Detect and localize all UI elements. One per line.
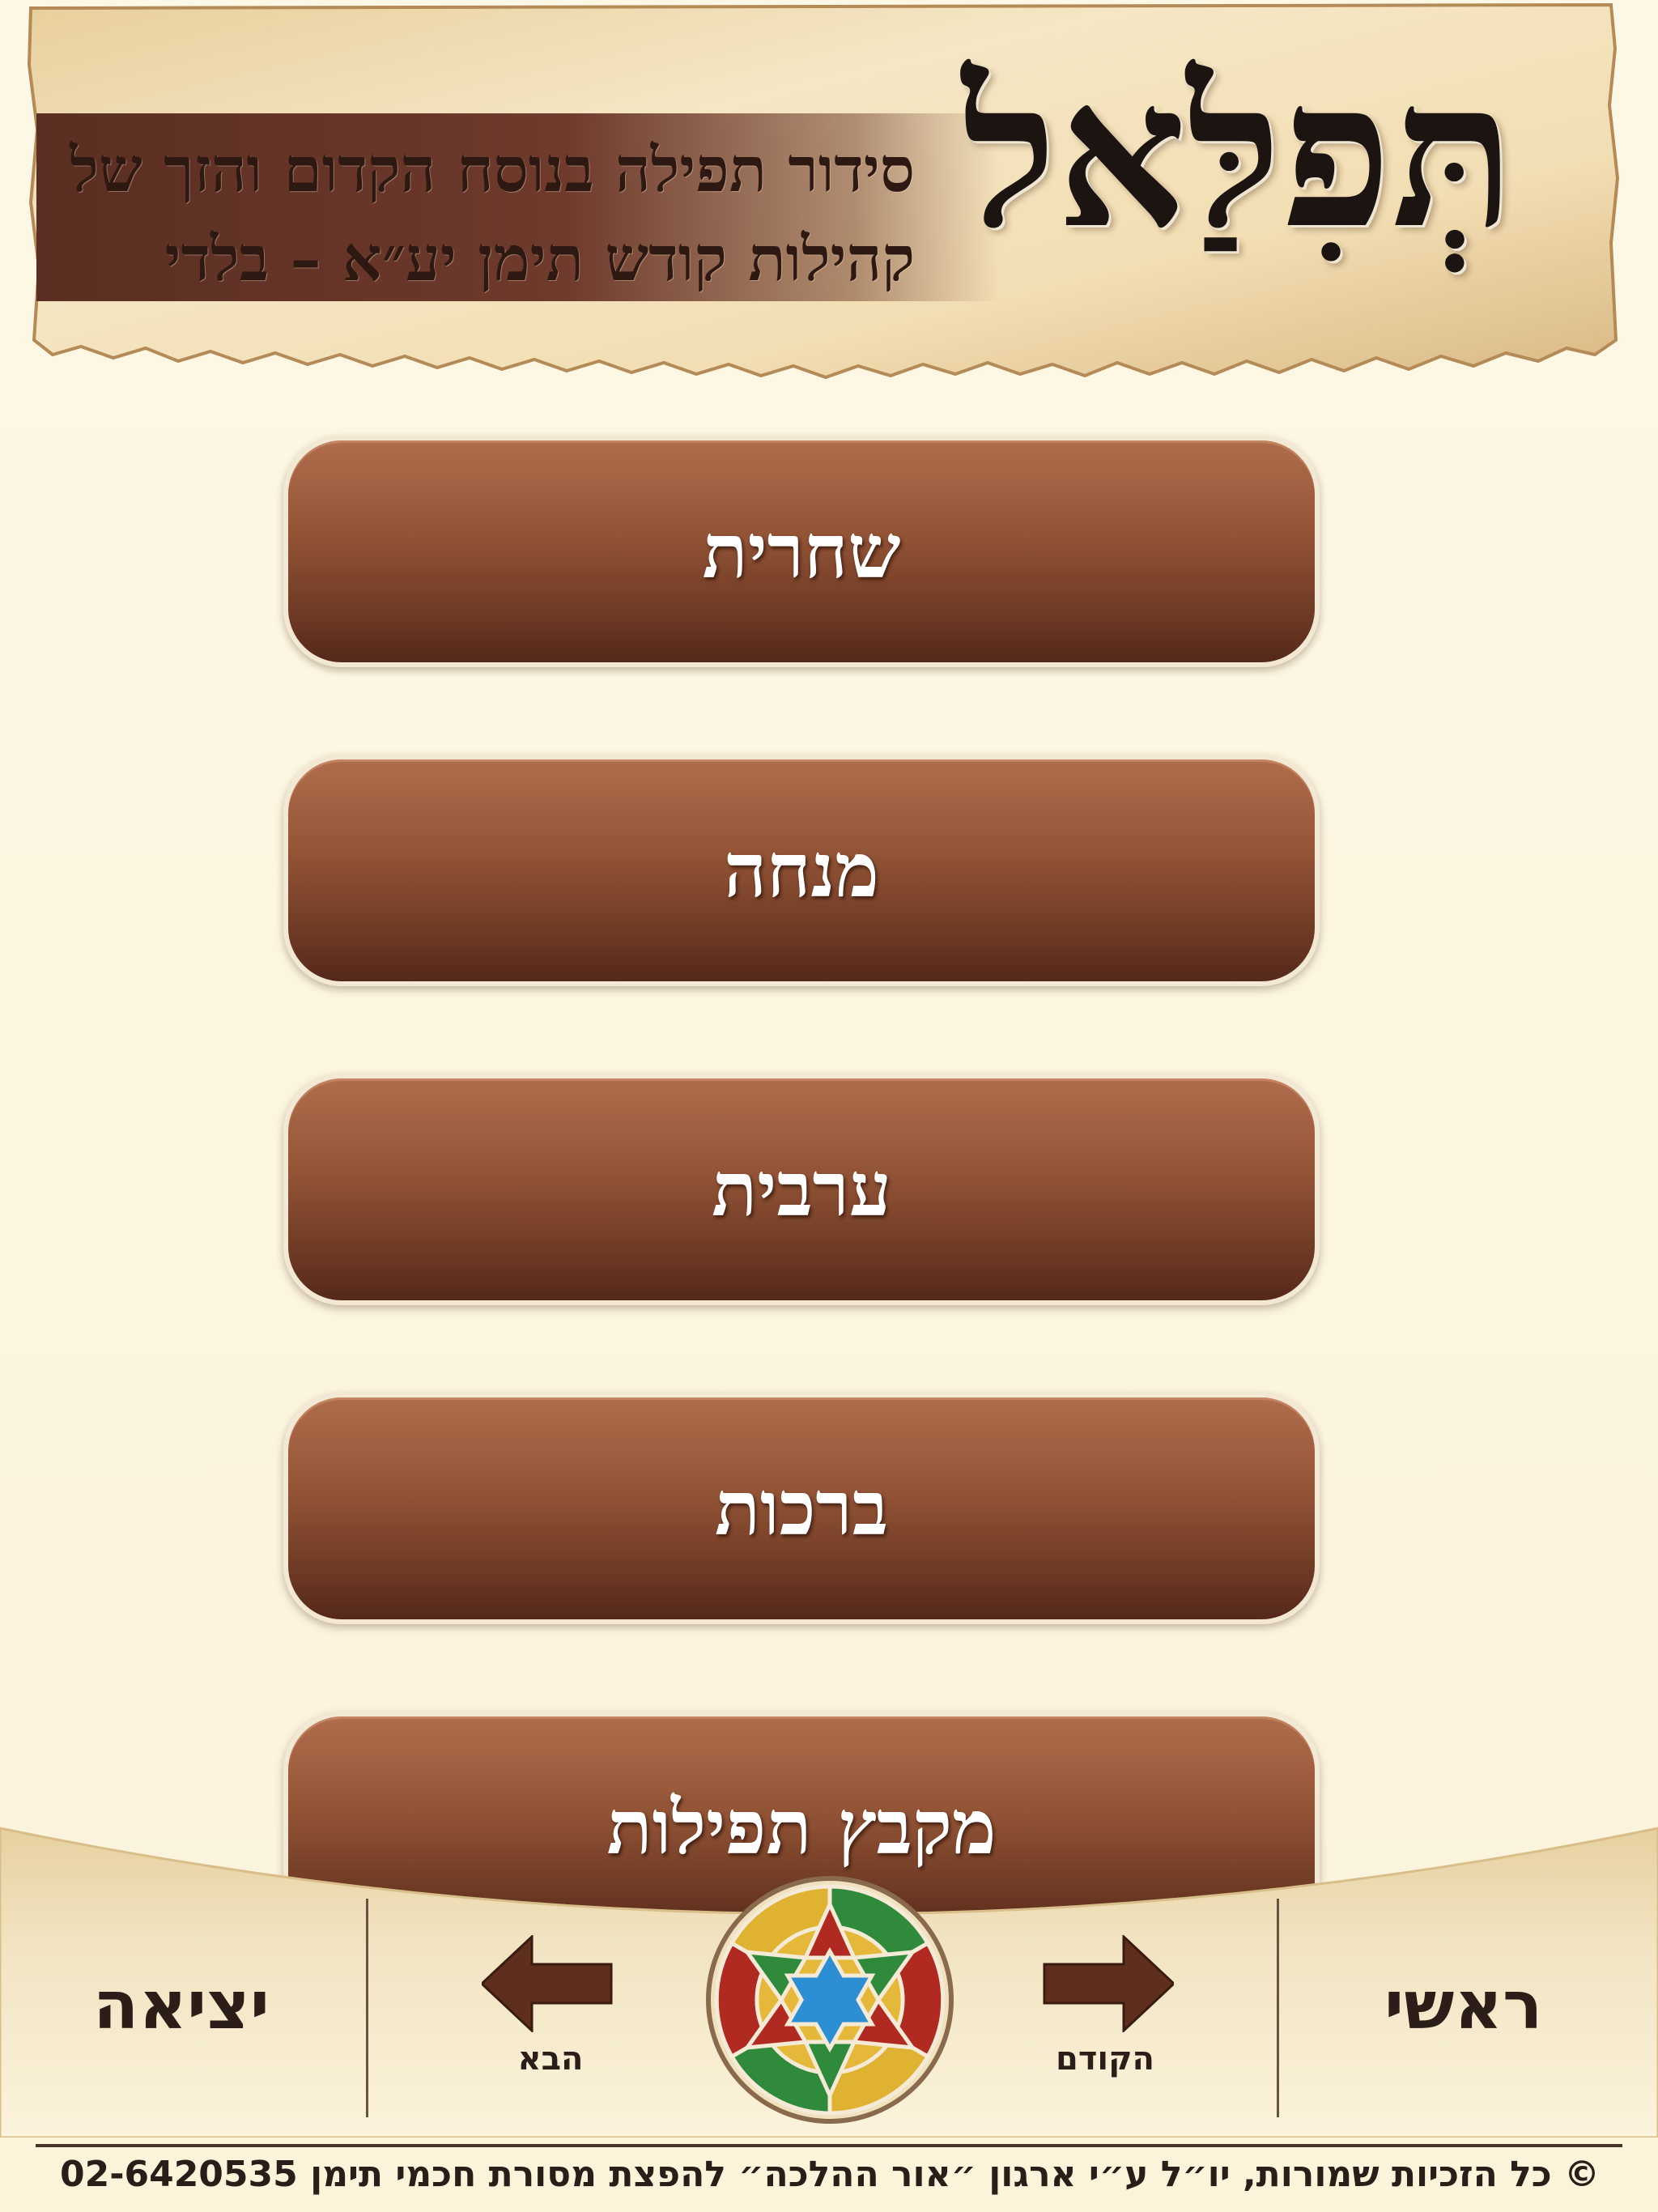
previous-label: הקודם — [1055, 2040, 1155, 2078]
subtitle-line-1: סידור תפילה בנוסח הקדום והזך של — [70, 134, 915, 206]
exit-button[interactable]: יציאה — [49, 1951, 316, 2065]
header-banner: סידור תפילה בנוסח הקדום והזך של קהילות ק… — [24, 0, 1619, 381]
app-logo-title: תְּפִלַּאל — [962, 35, 1516, 273]
menu-button-label: ערבית — [712, 1146, 891, 1233]
menu-button-shacharit[interactable]: שחרית — [283, 436, 1320, 667]
home-label: ראשי — [1384, 1967, 1543, 2044]
subtitle-line-2: קהילות קודש תימן יע״א – בלדי — [164, 223, 915, 295]
exit-label: יציאה — [93, 1967, 270, 2044]
menu-button-label: מנחה — [724, 827, 879, 914]
app-screen: סידור תפילה בנוסח הקדום והזך של קהילות ק… — [0, 0, 1658, 2212]
footer-copyright: © כל הזכיות שמורות, יו״ל ע״י ארגון ״אור … — [59, 2154, 1601, 2195]
next-label: הבא — [517, 2040, 584, 2078]
previous-button[interactable]: הקודם — [1024, 1935, 1186, 2097]
arrow-right-icon — [1043, 1935, 1174, 2032]
next-button[interactable]: הבא — [470, 1935, 631, 2097]
menu-button-arvit[interactable]: ערבית — [283, 1074, 1320, 1305]
nav-divider — [366, 1899, 368, 2117]
footer-divider — [36, 2144, 1622, 2147]
menu-button-label: ברכות — [714, 1465, 889, 1552]
bottom-nav-bar: יציאה הבא הקודם ראשי — [0, 1814, 1658, 2138]
nav-divider — [1277, 1899, 1279, 2117]
center-logo-button[interactable] — [704, 1874, 955, 2125]
menu-button-brachot[interactable]: ברכות — [283, 1393, 1320, 1624]
menu-button-mincha[interactable]: מנחה — [283, 755, 1320, 986]
home-button[interactable]: ראשי — [1336, 1951, 1603, 2065]
arrow-left-icon — [482, 1935, 613, 2032]
menu-button-label: שחרית — [702, 508, 901, 595]
star-mosaic-icon — [706, 1876, 954, 2124]
